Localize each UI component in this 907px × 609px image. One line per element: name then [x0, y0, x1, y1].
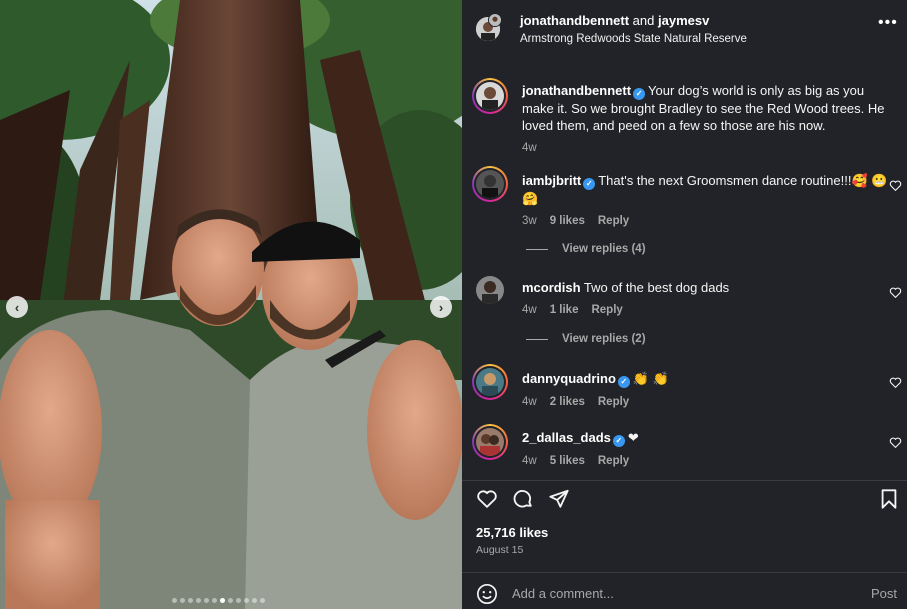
- comment-input[interactable]: [512, 582, 842, 604]
- caption-age[interactable]: 4w: [522, 142, 537, 154]
- verified-badge-icon: ✓: [633, 88, 646, 100]
- carousel-dot: [172, 598, 177, 603]
- coauthor-username[interactable]: jaymesv: [658, 13, 709, 28]
- comment-username[interactable]: dannyquadrino: [522, 371, 616, 386]
- comment-username[interactable]: mcordish: [522, 280, 581, 295]
- comment-likes[interactable]: 9 likes: [550, 215, 585, 227]
- author-joiner: and: [632, 13, 655, 28]
- heart-icon[interactable]: [476, 488, 498, 510]
- post-date: August 15: [476, 544, 524, 556]
- caption-avatar: [476, 82, 504, 110]
- author-username[interactable]: jonathandbennett: [520, 13, 629, 28]
- carousel-dot: [180, 598, 185, 603]
- comment-reply-button[interactable]: Reply: [598, 455, 629, 467]
- carousel-dot: [204, 598, 209, 603]
- view-replies-button[interactable]: View replies (2): [526, 333, 646, 345]
- carousel-next-button[interactable]: ›: [430, 296, 452, 318]
- caption-username[interactable]: jonathandbennett: [522, 83, 631, 98]
- chevron-left-icon: ‹: [14, 299, 20, 315]
- comment-reply-button[interactable]: Reply: [598, 396, 629, 408]
- comment-reply-button[interactable]: Reply: [591, 304, 622, 316]
- comment-item: iambjbritt ✓ That's the next Groomsmen dan…: [522, 172, 892, 227]
- commenter-avatar: [476, 170, 504, 198]
- caption-avatar-ring[interactable]: [472, 78, 508, 114]
- view-replies-label: View replies (4): [562, 243, 646, 255]
- carousel-dot: [228, 598, 233, 603]
- replies-divider: [526, 338, 548, 340]
- carousel-dot: [236, 598, 241, 603]
- commenter-avatar: [476, 368, 504, 396]
- chevron-right-icon: ›: [438, 299, 444, 315]
- comment-text: 👏 👏: [632, 371, 669, 386]
- post-location[interactable]: Armstrong Redwoods State Natural Reserve: [520, 33, 747, 45]
- redwoods-selfie-image: [0, 0, 462, 609]
- commenter-avatar-ring[interactable]: [472, 424, 508, 460]
- caption-text-block: jonathandbennett ✓ Your dog’s world is onl…: [522, 82, 892, 134]
- comment-item: mcordish Two of the best dog dads 4w 1 l…: [522, 279, 892, 316]
- carousel-dot: [188, 598, 193, 603]
- carousel-dot: [244, 598, 249, 603]
- post-photo: ‹ ›: [0, 0, 462, 609]
- comment-item: dannyquadrino ✓ 👏 👏 4w 2 likes Reply: [522, 370, 892, 408]
- comment-like-heart-icon[interactable]: [889, 179, 902, 192]
- comment-like-heart-icon[interactable]: [889, 376, 902, 389]
- post-header-text: jonathandbennett and jaymesv Armstrong R…: [520, 13, 747, 45]
- commenter-avatar[interactable]: [476, 276, 504, 304]
- verified-badge-icon: ✓: [612, 435, 625, 447]
- post-comment-button[interactable]: Post: [871, 586, 897, 601]
- comment-username[interactable]: 2_dallas_dads: [522, 430, 611, 445]
- comment-item: 2_dallas_dads ✓ ❤ 4w 5 likes Reply: [522, 429, 892, 467]
- verified-badge-icon: ✓: [583, 178, 596, 190]
- replies-divider: [526, 248, 548, 250]
- comment-like-heart-icon[interactable]: [889, 286, 902, 299]
- view-replies-button[interactable]: View replies (4): [526, 243, 646, 255]
- verified-badge-icon: ✓: [617, 376, 630, 388]
- comment-age[interactable]: 4w: [522, 396, 537, 408]
- actions-divider: [462, 480, 907, 482]
- commenter-avatar-ring[interactable]: [472, 166, 508, 202]
- carousel-dot: [252, 598, 257, 603]
- comment-like-heart-icon[interactable]: [889, 436, 902, 449]
- emoji-icon[interactable]: [476, 583, 498, 605]
- carousel-dot: [196, 598, 201, 603]
- comment-text: Two of the best dog dads: [583, 280, 730, 295]
- carousel-prev-button[interactable]: ‹: [6, 296, 28, 318]
- bookmark-icon[interactable]: [878, 488, 900, 510]
- more-horizontal-icon: •••: [878, 14, 898, 31]
- carousel-indicator: [172, 598, 265, 603]
- comment-age[interactable]: 4w: [522, 455, 537, 467]
- view-replies-label: View replies (2): [562, 333, 646, 345]
- like-count[interactable]: 25,716 likes: [476, 525, 548, 540]
- comment-age[interactable]: 3w: [522, 215, 537, 227]
- carousel-dot-active: [220, 598, 225, 603]
- share-icon[interactable]: [548, 488, 570, 510]
- comment-username[interactable]: iambjbritt: [522, 173, 581, 188]
- comment-age[interactable]: 4w: [522, 304, 537, 316]
- commenter-avatar: [476, 428, 504, 456]
- carousel-dot: [212, 598, 217, 603]
- comment-text: ❤: [627, 430, 639, 445]
- comment-likes[interactable]: 5 likes: [550, 455, 585, 467]
- post-caption: jonathandbennett ✓ Your dog’s world is onl…: [522, 82, 892, 154]
- comment-reply-button[interactable]: Reply: [598, 215, 629, 227]
- post-header: jonathandbennett and jaymesv Armstrong R…: [462, 0, 907, 62]
- comment-icon[interactable]: [512, 488, 534, 510]
- comment-likes[interactable]: 1 like: [550, 304, 579, 316]
- more-options-button[interactable]: •••: [878, 14, 898, 32]
- carousel-dot: [260, 598, 265, 603]
- commenter-avatar-ring[interactable]: [472, 364, 508, 400]
- post-detail-panel: jonathandbennett and jaymesv Armstrong R…: [462, 0, 907, 609]
- coauthor-avatar[interactable]: [488, 13, 502, 27]
- add-comment-bar: Post: [462, 572, 907, 609]
- comment-likes[interactable]: 2 likes: [550, 396, 585, 408]
